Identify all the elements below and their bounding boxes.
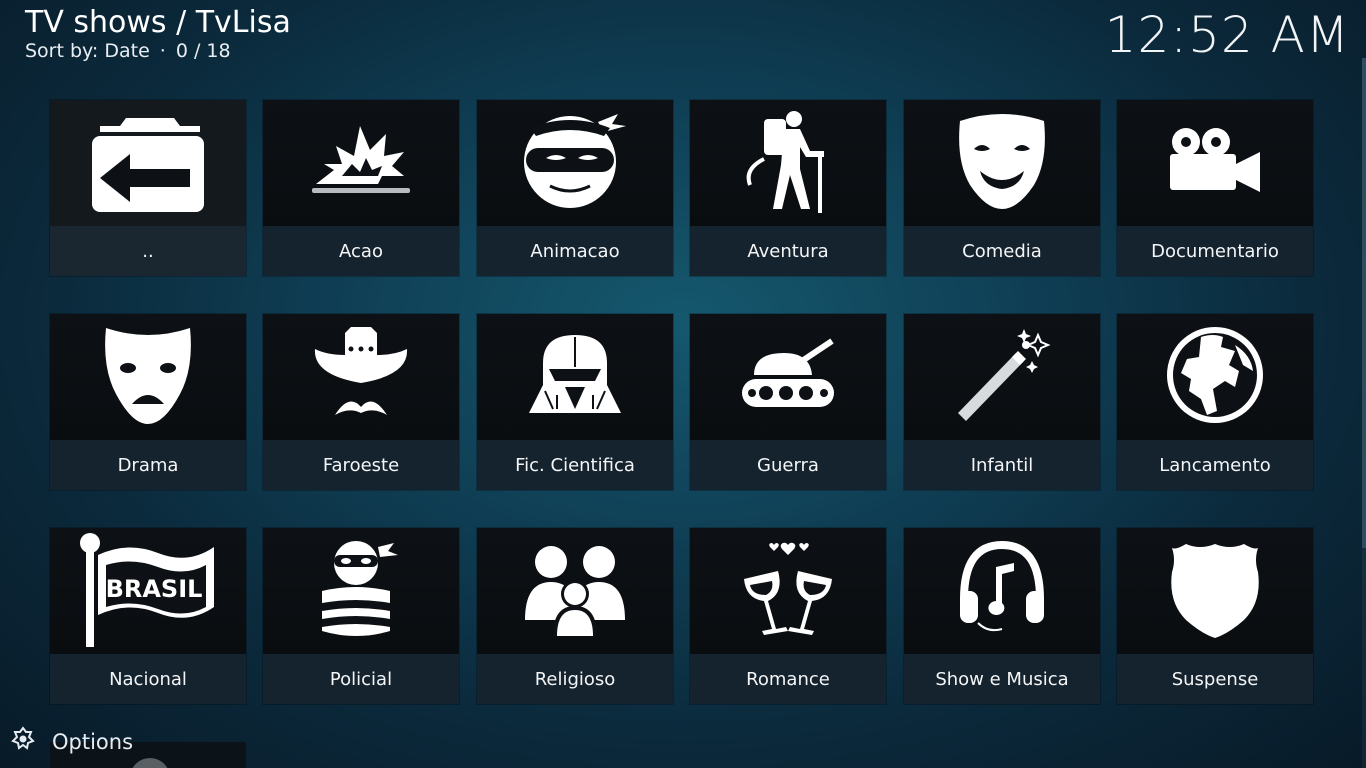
grid-item-lancamento[interactable]: Lancamento bbox=[1117, 314, 1313, 490]
grid-item-label: Aventura bbox=[690, 226, 886, 276]
wine-glasses-icon bbox=[738, 541, 838, 641]
grid-item-romance[interactable]: Romance bbox=[690, 528, 886, 704]
darth-vader-icon bbox=[525, 333, 625, 421]
item-count: 0 / 18 bbox=[175, 40, 231, 62]
options-icon bbox=[10, 726, 52, 757]
back-folder-icon bbox=[78, 106, 218, 220]
grid-item-guerra[interactable]: Guerra bbox=[690, 314, 886, 490]
grid-item-label: Drama bbox=[50, 440, 246, 490]
options-button[interactable]: Options bbox=[10, 726, 133, 757]
tank-icon bbox=[738, 337, 838, 417]
grid-item-label: Faroeste bbox=[263, 440, 459, 490]
family-icon bbox=[523, 542, 627, 640]
grid-item-suspense[interactable]: Suspense bbox=[1117, 528, 1313, 704]
grid-item-label: Show e Musica bbox=[904, 654, 1100, 704]
grid-item-drama[interactable]: Drama bbox=[50, 314, 246, 490]
grid-item-label: .. bbox=[50, 226, 246, 276]
globe-icon bbox=[1165, 325, 1265, 429]
clock: 12:52 AM bbox=[1104, 6, 1350, 64]
sort-label: Sort by: Date bbox=[25, 40, 150, 62]
grid-item-religioso[interactable]: Religioso bbox=[477, 528, 673, 704]
grid-item-acao[interactable]: Acao bbox=[263, 100, 459, 276]
grid-item-nacional[interactable]: BRASIL Nacional bbox=[50, 528, 246, 704]
magic-wand-icon bbox=[952, 327, 1052, 427]
grid-item-label: Fic. Cientifica bbox=[477, 440, 673, 490]
header-subtitle: Sort by: Date · 0 / 18 bbox=[25, 40, 231, 62]
grid-item-label: Acao bbox=[263, 226, 459, 276]
grid-item-label: Comedia bbox=[904, 226, 1100, 276]
grid-item-label: Policial bbox=[263, 654, 459, 704]
grid-item-label: Religioso bbox=[477, 654, 673, 704]
ninja-icon bbox=[520, 108, 630, 218]
grid-item-animacao[interactable]: Animacao bbox=[477, 100, 673, 276]
headphones-icon bbox=[956, 539, 1048, 643]
grid-item-label: Guerra bbox=[690, 440, 886, 490]
grid-item-label: Documentario bbox=[1117, 226, 1313, 276]
options-label: Options bbox=[52, 729, 134, 754]
separator: · bbox=[159, 40, 166, 62]
scrollbar[interactable] bbox=[1362, 58, 1366, 548]
scrollbar-track bbox=[1362, 548, 1366, 768]
comedy-mask-icon bbox=[954, 111, 1050, 215]
robber-icon bbox=[316, 539, 406, 643]
grid-item-label: Suspense bbox=[1117, 654, 1313, 704]
grid-item-documentario[interactable]: Documentario bbox=[1117, 100, 1313, 276]
header-title: TV shows / TvLisa bbox=[25, 5, 291, 40]
grid-item-show-e-musica[interactable]: Show e Musica bbox=[904, 528, 1100, 704]
shield-icon bbox=[1170, 540, 1260, 642]
cowboy-hat-icon bbox=[311, 323, 411, 431]
grid-item-label: Romance bbox=[690, 654, 886, 704]
explosion-icon bbox=[306, 116, 416, 210]
grid-item-policial[interactable]: Policial bbox=[263, 528, 459, 704]
hiker-icon bbox=[738, 109, 838, 217]
grid-item-fic-cientifica[interactable]: Fic. Cientifica bbox=[477, 314, 673, 490]
flag-text: BRASIL bbox=[106, 575, 203, 603]
grid-item-label: Infantil bbox=[904, 440, 1100, 490]
movie-camera-icon bbox=[1160, 126, 1270, 200]
grid-item-aventura[interactable]: Aventura bbox=[690, 100, 886, 276]
grid-item-label: Nacional bbox=[50, 654, 246, 704]
grid-item-label: Lancamento bbox=[1117, 440, 1313, 490]
grid-item-faroeste[interactable]: Faroeste bbox=[263, 314, 459, 490]
grid-item-back[interactable]: .. bbox=[50, 100, 246, 276]
grid-item-infantil[interactable]: Infantil bbox=[904, 314, 1100, 490]
drama-mask-icon bbox=[102, 324, 194, 430]
grid-item-comedia[interactable]: Comedia bbox=[904, 100, 1100, 276]
brasil-flag-icon: BRASIL bbox=[78, 531, 218, 651]
grid-item-label: Animacao bbox=[477, 226, 673, 276]
